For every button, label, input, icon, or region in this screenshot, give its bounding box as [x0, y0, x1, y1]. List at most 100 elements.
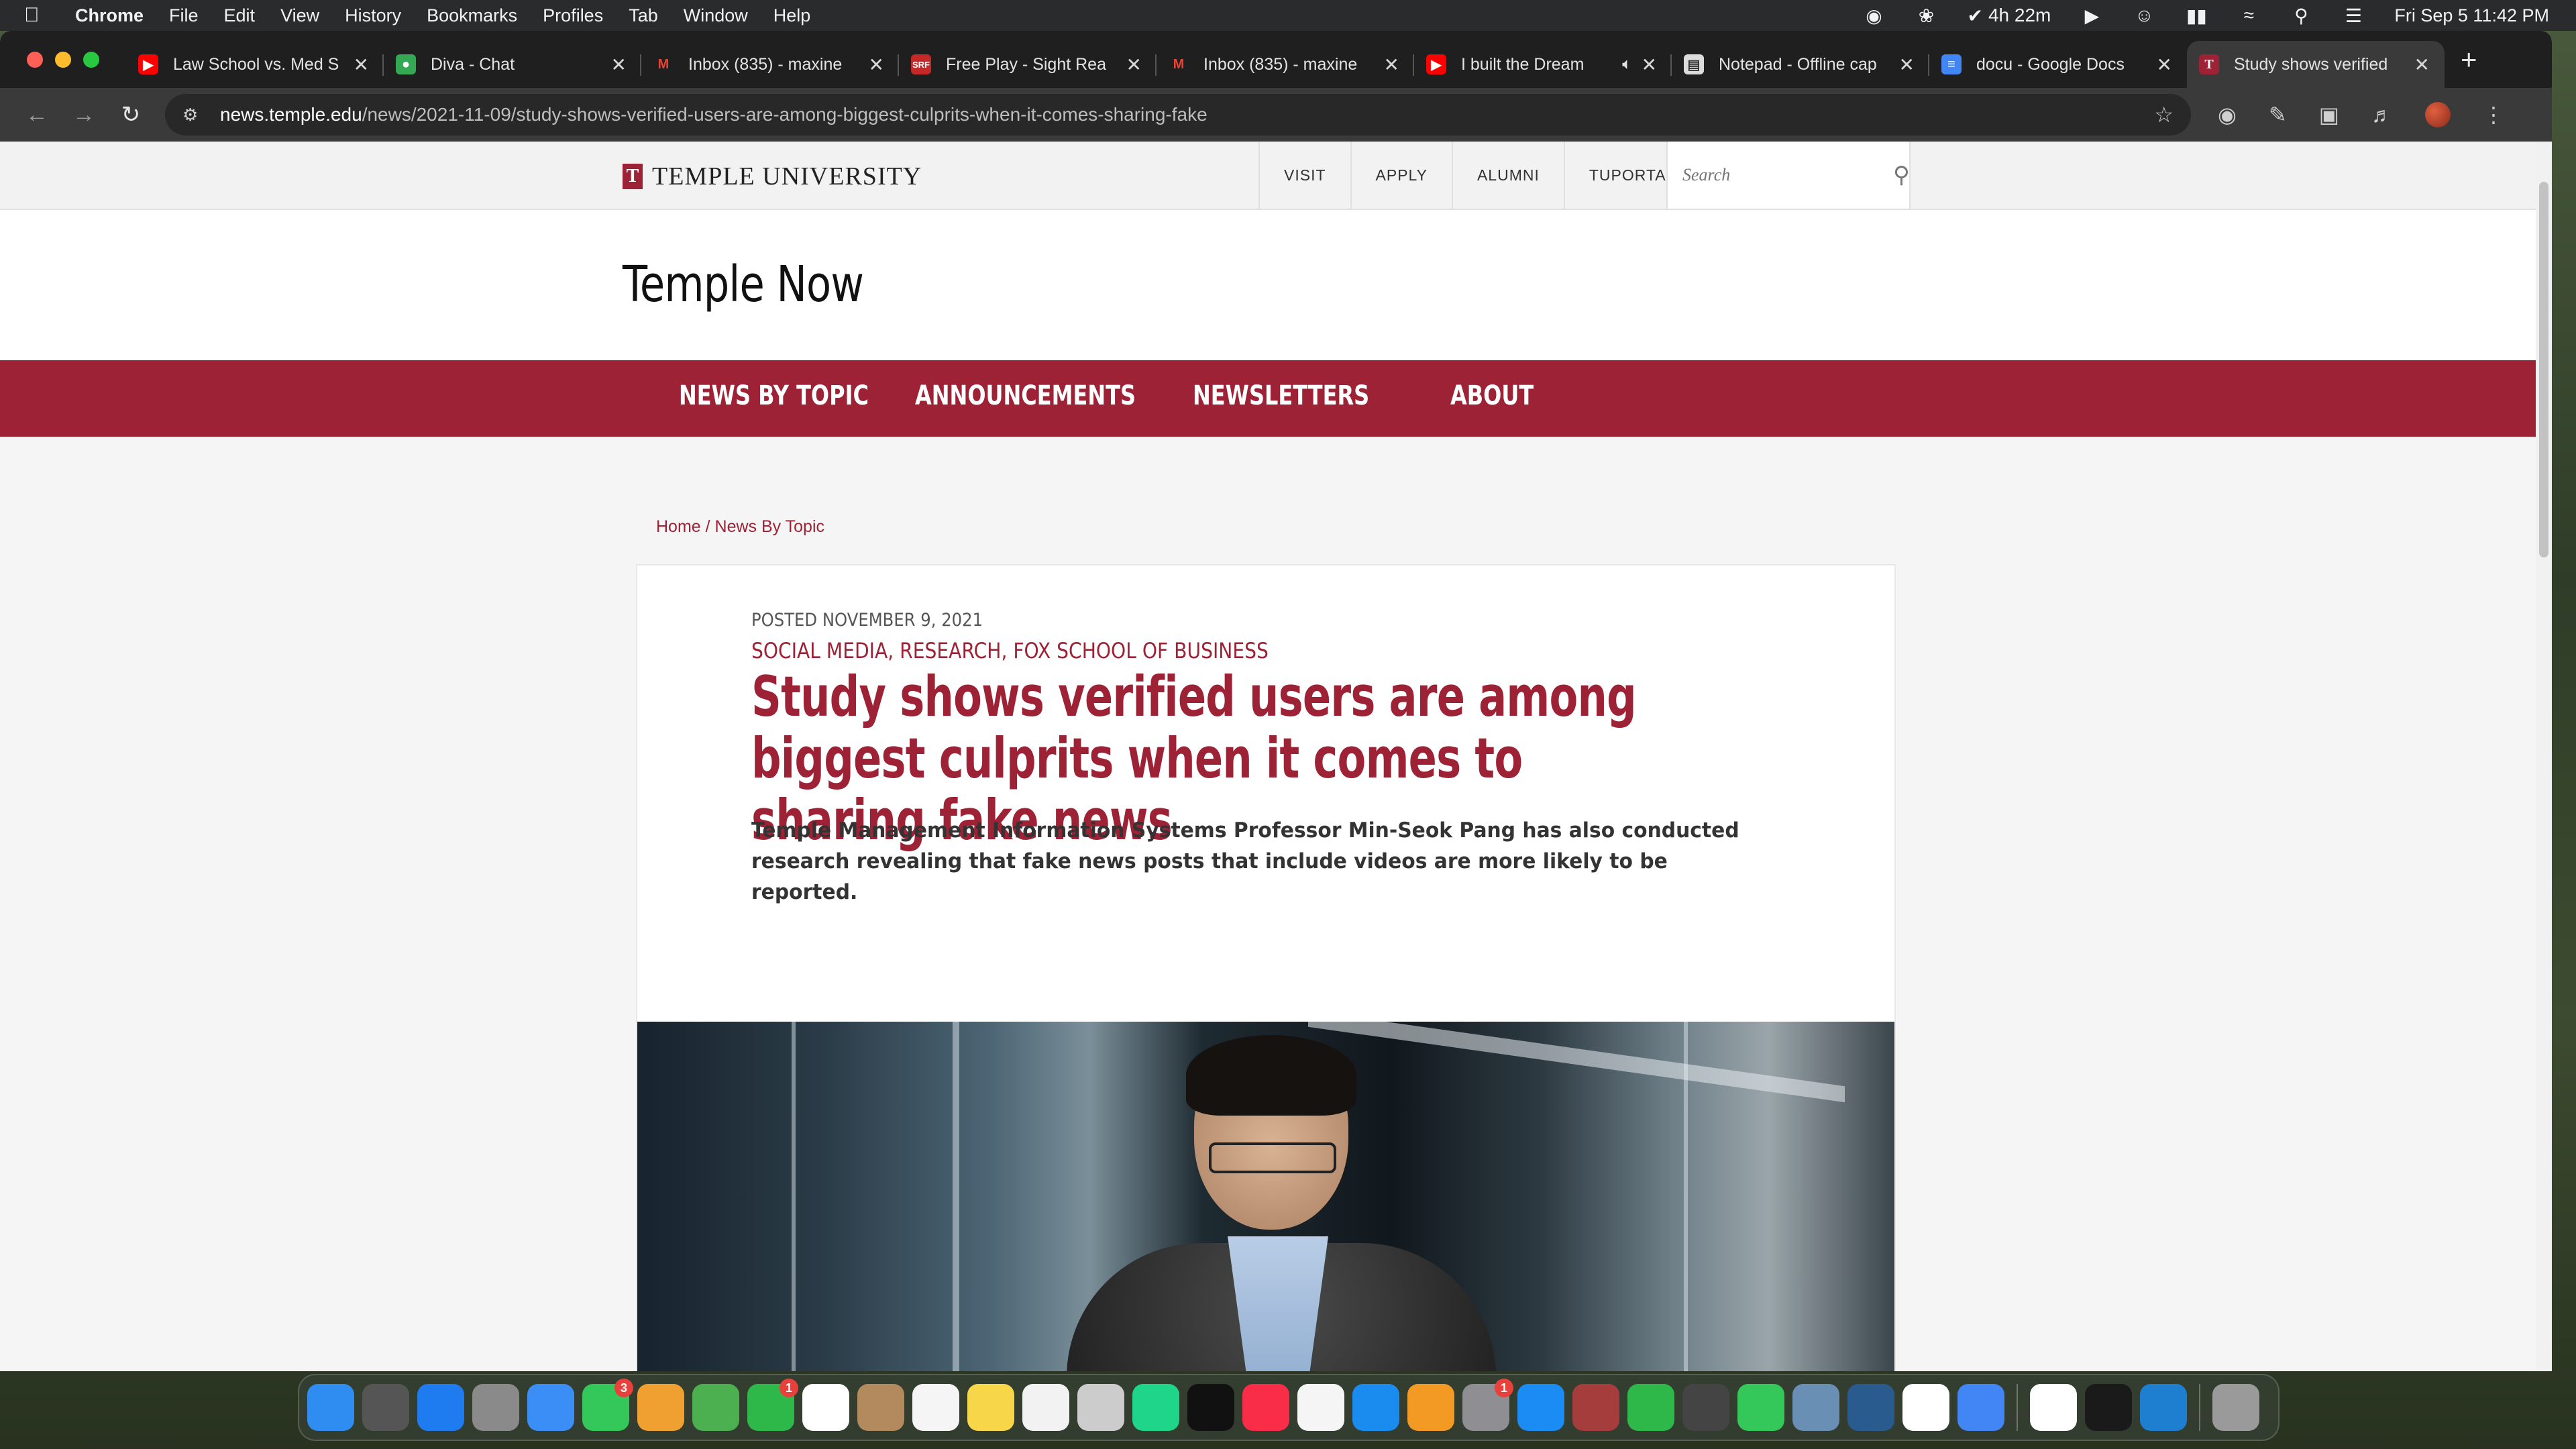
minimize-window-button[interactable]: [55, 51, 71, 68]
bookmark-star-icon[interactable]: ☆: [2154, 102, 2174, 127]
clock-icon[interactable]: [1902, 1384, 1949, 1431]
maps-icon[interactable]: [692, 1384, 739, 1431]
close-tab-icon[interactable]: ✕: [354, 54, 369, 76]
close-tab-icon[interactable]: ✕: [1899, 54, 1915, 76]
close-tab-icon[interactable]: ✕: [1126, 54, 1142, 76]
category-fox-school[interactable]: FOX SCHOOL OF BUSINESS: [1013, 638, 1269, 663]
apple-menu-icon[interactable]: : [24, 4, 55, 27]
play-icon[interactable]: ▶: [2080, 5, 2103, 26]
safari-icon[interactable]: [417, 1384, 464, 1431]
photos-icon[interactable]: [637, 1384, 684, 1431]
browser-tab-active[interactable]: T Study shows verified ✕: [2187, 41, 2445, 88]
close-tab-icon[interactable]: ✕: [2157, 54, 2172, 76]
browser-tab[interactable]: ≡ docu - Google Docs ✕: [1929, 41, 2187, 88]
focus-icon[interactable]: ❀: [1915, 5, 1938, 26]
temple-university-logo[interactable]: T TEMPLE UNIVERSITY: [623, 162, 922, 191]
apple-tv-icon[interactable]: [1187, 1384, 1234, 1431]
zoom-window-button[interactable]: [83, 51, 99, 68]
menu-window[interactable]: Window: [684, 5, 748, 26]
close-tab-icon[interactable]: ✕: [2414, 54, 2430, 76]
menu-bookmarks[interactable]: Bookmarks: [427, 5, 517, 26]
speaker-icon[interactable]: 🔈︎: [1622, 55, 1631, 74]
util-nav-visit[interactable]: VISIT: [1258, 142, 1350, 209]
system-settings-icon[interactable]: 1: [1462, 1379, 1513, 1431]
util-nav-apply[interactable]: APPLY: [1350, 142, 1452, 209]
contacts-icon[interactable]: [857, 1384, 904, 1431]
browser-tab[interactable]: ▤ Notepad - Offline cap ✕: [1672, 41, 1929, 88]
forward-button[interactable]: →: [60, 102, 107, 128]
nav-news-by-topic[interactable]: NEWS BY TOPIC: [679, 380, 869, 411]
category-social-media[interactable]: SOCIAL MEDIA: [751, 638, 888, 663]
nav-about[interactable]: ABOUT: [1450, 380, 1534, 411]
pycharm-icon[interactable]: [1132, 1384, 1179, 1431]
notes-icon[interactable]: [967, 1384, 1014, 1431]
menu-history[interactable]: History: [345, 5, 401, 26]
launchpad-rocket-icon[interactable]: [362, 1384, 409, 1431]
tab-search-icon[interactable]: ▣: [2319, 102, 2339, 127]
menu-edit[interactable]: Edit: [224, 5, 256, 26]
slack-icon[interactable]: [2030, 1384, 2077, 1431]
chrome-menu-icon[interactable]: ⋮: [2483, 102, 2504, 127]
close-tab-icon[interactable]: ✕: [1642, 54, 1657, 76]
trash-icon[interactable]: [2212, 1384, 2259, 1431]
grammarly-icon[interactable]: ◉: [1863, 5, 1886, 26]
find-my-icon[interactable]: [1737, 1384, 1784, 1431]
spotlight-search-icon[interactable]: ⚲: [2290, 5, 2312, 26]
new-tab-button[interactable]: +: [2461, 44, 2477, 76]
browser-tab[interactable]: ▶ I built the Dream 🔈︎ ✕: [1414, 41, 1672, 88]
profile-avatar[interactable]: [2424, 102, 2451, 127]
site-info-icon[interactable]: ⚙: [182, 105, 209, 125]
facetime-icon[interactable]: 1: [747, 1379, 798, 1431]
browser-tab[interactable]: SRF Free Play - Sight Rea ✕: [899, 41, 1157, 88]
media-controls-icon[interactable]: ♬: [2371, 103, 2393, 127]
messages-icon[interactable]: 3: [582, 1379, 633, 1431]
browser-tab[interactable]: M Inbox (835) - maxine ✕: [1157, 41, 1414, 88]
script-editor-icon[interactable]: [1077, 1384, 1124, 1431]
close-window-button[interactable]: [27, 51, 43, 68]
extension-shield-icon[interactable]: ◉: [2218, 102, 2237, 127]
news-icon[interactable]: [1297, 1384, 1344, 1431]
dictionary-icon[interactable]: [1572, 1384, 1619, 1431]
menubar-datetime[interactable]: Fri Sep 5 11:42 PM: [2394, 5, 2549, 26]
preview-icon[interactable]: [1792, 1384, 1839, 1431]
terminal-icon[interactable]: [2085, 1384, 2132, 1431]
search-icon[interactable]: ⚲: [1893, 162, 1910, 189]
breadcrumb-home[interactable]: Home: [656, 517, 701, 536]
extensions-puzzle-icon[interactable]: ✎: [2269, 102, 2287, 127]
reminders-icon[interactable]: [912, 1384, 959, 1431]
nav-newsletters[interactable]: NEWSLETTERS: [1193, 380, 1369, 411]
back-button[interactable]: ←: [13, 102, 60, 128]
scrollbar-thumb[interactable]: [2539, 182, 2548, 557]
finder-icon[interactable]: [307, 1384, 354, 1431]
search-input[interactable]: [1682, 165, 1893, 185]
menu-file[interactable]: File: [169, 5, 199, 26]
menu-app-chrome[interactable]: Chrome: [75, 5, 144, 26]
pages-icon[interactable]: [1407, 1384, 1454, 1431]
battery-icon[interactable]: ▮▮: [2185, 5, 2208, 26]
menu-view[interactable]: View: [280, 5, 319, 26]
browser-tab[interactable]: ● Diva - Chat ✕: [384, 41, 641, 88]
keynote-icon[interactable]: [1352, 1384, 1399, 1431]
browser-tab[interactable]: ▶ Law School vs. Med S ✕: [126, 41, 384, 88]
calendar-icon[interactable]: [802, 1384, 849, 1431]
launchpad-icon[interactable]: [472, 1384, 519, 1431]
quicktime-icon[interactable]: [1847, 1384, 1894, 1431]
reload-button[interactable]: ↻: [107, 101, 154, 128]
menu-help[interactable]: Help: [773, 5, 811, 26]
app-store-icon[interactable]: [1517, 1384, 1564, 1431]
page-scrollbar[interactable]: [2536, 142, 2552, 1371]
mail-icon[interactable]: [527, 1384, 574, 1431]
menu-profiles[interactable]: Profiles: [543, 5, 603, 26]
music-icon[interactable]: [1242, 1384, 1289, 1431]
breadcrumb-news-by-topic[interactable]: News By Topic: [715, 517, 825, 536]
wifi-icon[interactable]: ≈: [2237, 5, 2260, 25]
vscode-icon[interactable]: [2140, 1384, 2187, 1431]
close-tab-icon[interactable]: ✕: [1384, 54, 1399, 76]
control-center-icon[interactable]: ☰: [2342, 5, 2365, 26]
freeform-icon[interactable]: [1022, 1384, 1069, 1431]
nav-announcements[interactable]: ANNOUNCEMENTS: [915, 380, 1136, 411]
close-tab-icon[interactable]: ✕: [869, 54, 884, 76]
pencil-app-icon[interactable]: [1682, 1384, 1729, 1431]
close-tab-icon[interactable]: ✕: [611, 54, 627, 76]
site-title[interactable]: Temple Now: [623, 256, 864, 313]
